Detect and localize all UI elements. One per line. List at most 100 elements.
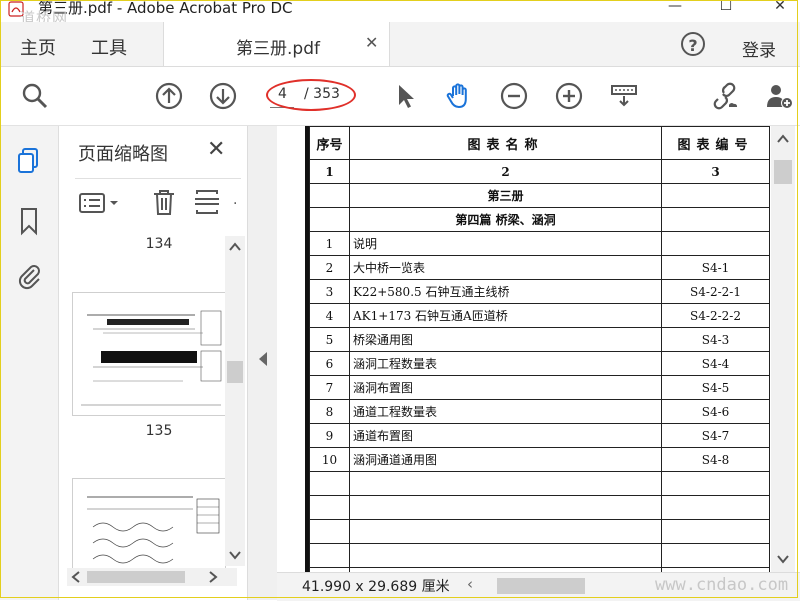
header-seq: 序号: [309, 126, 350, 160]
thumbnail-page[interactable]: [72, 292, 226, 416]
page-number-field[interactable]: 4 / 353: [266, 79, 356, 111]
thumbnail-options-icon[interactable]: [79, 192, 123, 218]
row-seq: 3: [309, 279, 350, 304]
row-name: 桥梁通用图: [349, 327, 662, 352]
attachments-icon[interactable]: [16, 261, 42, 291]
scroll-mode-icon[interactable]: [609, 81, 639, 111]
maximize-button[interactable]: ☐: [716, 0, 736, 14]
hand-tool-icon[interactable]: [444, 81, 474, 111]
thumbnails-vertical-scrollbar[interactable]: [225, 236, 245, 566]
row-name: 涵洞布置图: [349, 375, 662, 400]
table-row: 5 桥梁通用图 S4-3: [309, 327, 770, 352]
more-tools-indicator: ·: [233, 196, 238, 212]
row-seq: 10: [309, 447, 350, 472]
row-name: 大中桥一览表: [349, 255, 662, 280]
table-row: 2 大中桥一览表 S4-1: [309, 255, 770, 280]
row-code: S4-2-2-1: [661, 279, 770, 304]
close-window-button[interactable]: ✕: [770, 0, 790, 14]
zoom-in-icon[interactable]: [554, 81, 584, 111]
title-bar: 第三册.pdf - Adobe Acrobat Pro DC 道桥网 — ☐ ✕: [0, 0, 800, 27]
tab-document[interactable]: 第三册.pdf ✕: [163, 22, 390, 66]
panel-divider: [75, 178, 241, 179]
row-name: 涵洞通道通用图: [349, 447, 662, 472]
panel-collapse-toggle[interactable]: [247, 126, 278, 600]
table-row: 10 涵洞通道通用图 S4-8: [309, 447, 770, 472]
tab-document-label: 第三册.pdf: [236, 39, 320, 59]
prev-page-icon[interactable]: [154, 81, 184, 111]
select-cursor-icon[interactable]: [391, 81, 421, 111]
document-view[interactable]: 序号 图表名称 图表编号 1 2 3 第三册 第四篇 桥梁、涵洞 1 说明 2 大中…: [277, 126, 800, 572]
toolbar: 4 / 353: [0, 67, 800, 126]
bookmarks-icon[interactable]: [16, 206, 42, 236]
page-thumbnails-icon[interactable]: [16, 146, 42, 176]
header-code: 图表编号: [661, 126, 770, 160]
row-code: S4-4: [661, 351, 770, 376]
empty-cell: [661, 207, 770, 232]
row-seq: 7: [309, 375, 350, 400]
thumbnail-page-number: 135: [145, 423, 173, 439]
row-seq: 6: [309, 351, 350, 376]
scroll-left-arrow[interactable]: ‹: [467, 575, 473, 593]
next-page-icon[interactable]: [208, 81, 238, 111]
tab-home[interactable]: 主页: [20, 34, 56, 60]
row-seq: 4: [309, 303, 350, 328]
empty-cell: [309, 183, 350, 208]
row-code: S4-1: [661, 255, 770, 280]
help-button[interactable]: ?: [681, 32, 705, 56]
search-icon[interactable]: [20, 81, 50, 111]
table-row: 9 通道布置图 S4-7: [309, 423, 770, 448]
panel-title: 页面缩略图: [78, 144, 168, 165]
col-number: 3: [661, 159, 770, 184]
zoom-out-icon[interactable]: [499, 81, 529, 111]
add-user-icon[interactable]: [764, 81, 794, 111]
row-name: 涵洞工程数量表: [349, 351, 662, 376]
status-bar: 41.990 x 29.689 厘米 ‹ www.cndao.com: [277, 572, 800, 601]
row-seq: 2: [309, 255, 350, 280]
extract-pages-icon[interactable]: [194, 188, 220, 220]
row-code: S4-5: [661, 375, 770, 400]
row-code: S4-6: [661, 399, 770, 424]
document-vertical-scrollbar[interactable]: [771, 126, 795, 572]
tab-tools[interactable]: 工具: [91, 34, 127, 60]
empty-cell: [661, 183, 770, 208]
row-name: K22+580.5 石钟互通主线桥: [349, 279, 662, 304]
thumbnails-horizontal-scrollbar[interactable]: [67, 568, 237, 586]
horizontal-scroll-thumb[interactable]: [497, 578, 585, 594]
header-name: 图表名称: [349, 126, 662, 160]
row-code: S4-8: [661, 447, 770, 472]
tab-close-button[interactable]: ✕: [365, 33, 378, 52]
table-row: 4 AK1+173 石钟互通A匝道桥 S4-2-2-2: [309, 303, 770, 328]
table-row: 8 通道工程数量表 S4-6: [309, 399, 770, 424]
row-name: 说明: [349, 231, 662, 256]
row-seq: 8: [309, 399, 350, 424]
table-row: 6 涵洞工程数量表 S4-4: [309, 351, 770, 376]
row-code: [661, 231, 770, 256]
thumbnail-page[interactable]: [72, 478, 226, 580]
panel-close-button[interactable]: ✕: [207, 137, 225, 162]
index-table: 序号 图表名称 图表编号 1 2 3 第三册 第四篇 桥梁、涵洞 1 说明 2 大中…: [309, 126, 770, 572]
share-link-icon[interactable]: [710, 81, 740, 111]
section-title: 第四篇 桥梁、涵洞: [349, 207, 662, 232]
empty-row: [309, 519, 770, 544]
left-rail: [0, 126, 59, 600]
row-name: AK1+173 石钟互通A匝道桥: [349, 303, 662, 328]
row-seq: 1: [309, 231, 350, 256]
row-seq: 5: [309, 327, 350, 352]
highlight-oval: [266, 79, 356, 111]
row-name: 通道工程数量表: [349, 399, 662, 424]
row-seq: 9: [309, 423, 350, 448]
col-number: 1: [309, 159, 350, 184]
empty-row: [309, 543, 770, 568]
delete-page-icon[interactable]: [151, 188, 177, 220]
empty-cell: [309, 207, 350, 232]
minimize-button[interactable]: —: [665, 0, 685, 14]
login-button[interactable]: 登录: [742, 36, 776, 61]
tab-bar: 主页 工具 第三册.pdf ✕ ? 登录: [0, 22, 800, 67]
table-row: 7 涵洞布置图 S4-5: [309, 375, 770, 400]
table-row: 3 K22+580.5 石钟互通主线桥 S4-2-2-1: [309, 279, 770, 304]
col-number: 2: [349, 159, 662, 184]
empty-row: [309, 471, 770, 496]
row-code: S4-7: [661, 423, 770, 448]
thumbnails-panel: 页面缩略图 ✕ · 134 135: [59, 126, 247, 600]
row-code: S4-2-2-2: [661, 303, 770, 328]
